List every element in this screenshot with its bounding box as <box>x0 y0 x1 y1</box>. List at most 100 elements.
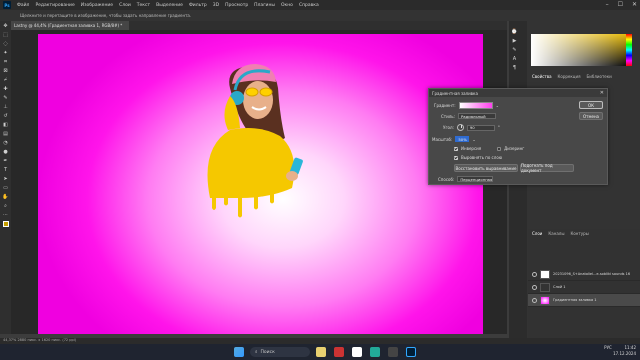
eyedropper-icon[interactable]: ⌿ <box>0 75 11 84</box>
menu-window[interactable]: Окно <box>281 3 293 8</box>
layer-name: 20231096_S+Anatoliel...e-sobliki sounds … <box>553 272 631 276</box>
align-checkbox[interactable] <box>454 155 458 160</box>
style-label: Стиль: <box>441 113 455 119</box>
menu-bar: Ps Файл Редактирование Изображение Слои … <box>0 0 640 10</box>
scale-dropdown-icon[interactable]: ⌄ <box>472 137 475 142</box>
app-icon[interactable] <box>388 347 398 357</box>
yandex-icon[interactable] <box>352 347 362 357</box>
hand-tool-icon[interactable]: ✋ <box>0 192 11 201</box>
frame-tool-icon[interactable]: ⊠ <box>0 66 11 75</box>
layer-row[interactable]: Слой 1 <box>528 281 640 294</box>
brushes-icon[interactable]: ✎ <box>509 45 520 54</box>
close-icon[interactable]: ✕ <box>600 90 604 96</box>
healing-brush-icon[interactable]: ✚ <box>0 84 11 93</box>
minimize-icon[interactable]: – <box>606 1 609 8</box>
visibility-eye-icon[interactable] <box>532 271 537 277</box>
degree-symbol: ° <box>497 125 500 130</box>
fit-document-button[interactable]: Подогнать под документ <box>520 163 574 173</box>
actions-icon[interactable]: ▶ <box>509 36 520 45</box>
type-tool-icon[interactable]: T <box>0 165 11 174</box>
start-icon[interactable] <box>234 347 244 357</box>
zoom-tool-icon[interactable]: ⌕ <box>0 201 11 210</box>
tab-layers[interactable]: Слои <box>532 231 542 236</box>
browser-icon[interactable] <box>334 347 344 357</box>
marquee-tool-icon[interactable]: ⬚ <box>0 30 11 39</box>
layer-row[interactable]: Градиентная заливка 1 <box>528 294 640 307</box>
history-icon[interactable]: ⌚ <box>509 27 520 36</box>
dodge-tool-icon[interactable]: ● <box>0 147 11 156</box>
menu-layers[interactable]: Слои <box>119 3 131 8</box>
system-tray: РУС 11:42 17.12.2024 <box>604 345 636 357</box>
reset-alignment-button[interactable]: Восстановить выравнивание <box>454 164 518 172</box>
layer-row[interactable]: 20231096_S+Anatoliel...e-sobliki sounds … <box>528 268 640 281</box>
layers-panel: Слои Каналы Контуры 20231096_S+Anatoliel… <box>528 229 640 338</box>
explorer-icon[interactable] <box>316 347 326 357</box>
person-image <box>207 64 303 218</box>
chevron-down-icon[interactable]: ⌄ <box>496 103 499 108</box>
language-indicator[interactable]: РУС <box>604 345 612 350</box>
menu-help[interactable]: Справка <box>299 3 319 8</box>
menu-filter[interactable]: Фильтр <box>189 3 207 8</box>
style-select[interactable]: Радиальный <box>457 113 496 119</box>
path-select-icon[interactable]: ➤ <box>0 174 11 183</box>
gradient-swatch[interactable] <box>458 102 493 109</box>
maximize-icon[interactable]: ☐ <box>618 1 623 8</box>
layer-thumbnail <box>540 295 550 305</box>
move-tool-icon[interactable]: ✥ <box>0 21 11 30</box>
close-icon[interactable]: ✕ <box>632 1 637 8</box>
angle-label: Угол: <box>443 125 454 130</box>
dither-checkbox[interactable] <box>497 146 502 151</box>
photoshop-logo: Ps <box>3 1 11 9</box>
history-brush-icon[interactable]: ↺ <box>0 111 11 120</box>
reverse-checkbox[interactable] <box>454 146 458 151</box>
hue-slider[interactable] <box>626 34 632 66</box>
align-label: Выровнять по слою <box>461 155 503 160</box>
ok-button[interactable]: ОК <box>579 101 603 109</box>
menu-edit[interactable]: Редактирование <box>35 3 74 8</box>
gradient-tool-icon[interactable]: ▤ <box>0 129 11 138</box>
menu-plugins[interactable]: Плагины <box>254 3 275 8</box>
lasso-tool-icon[interactable]: ◌ <box>0 39 11 48</box>
menu-select[interactable]: Выделение <box>156 3 183 8</box>
method-select[interactable]: Перцепционная <box>457 176 494 182</box>
app-icon[interactable] <box>370 347 380 357</box>
character-icon[interactable]: A <box>509 54 520 63</box>
menu-image[interactable]: Изображение <box>81 3 113 8</box>
pen-tool-icon[interactable]: ✒ <box>0 156 11 165</box>
clock-date[interactable]: 17.12.2024 <box>613 351 636 357</box>
paragraph-icon[interactable]: ¶ <box>509 63 520 72</box>
color-picker-field[interactable] <box>531 34 631 66</box>
tab-paths[interactable]: Контуры <box>570 231 588 236</box>
tab-properties[interactable]: Свойства <box>532 74 552 79</box>
cancel-button[interactable]: Отмена <box>579 112 603 120</box>
brush-tool-icon[interactable]: ✎ <box>0 93 11 102</box>
visibility-eye-icon[interactable] <box>532 297 537 303</box>
blur-tool-icon[interactable]: ◔ <box>0 138 11 147</box>
document-tab[interactable]: Lastny @ 44,4% (Градиентная заливка 1, R… <box>11 21 129 30</box>
color-swatches-icon[interactable] <box>0 219 11 228</box>
shape-tool-icon[interactable]: ▭ <box>0 183 11 192</box>
menu-text[interactable]: Текст <box>137 3 150 8</box>
magic-wand-icon[interactable]: ✦ <box>0 48 11 57</box>
eraser-icon[interactable]: ◧ <box>0 120 11 129</box>
more-tools-icon[interactable]: ⋯ <box>0 210 11 219</box>
layer-name: Слой 1 <box>553 285 566 289</box>
menu-file[interactable]: Файл <box>17 3 29 8</box>
crop-tool-icon[interactable]: ⌗ <box>0 57 11 66</box>
photoshop-taskbar-icon[interactable] <box>406 347 416 357</box>
taskbar-search[interactable]: ⌕ Поиск <box>250 347 310 357</box>
scale-input[interactable]: 50% <box>455 136 470 142</box>
angle-input[interactable]: 90 <box>466 124 495 131</box>
tab-adjustments[interactable]: Коррекция <box>558 74 581 79</box>
angle-dial-icon[interactable] <box>456 124 464 131</box>
tab-libraries[interactable]: Библиотеки <box>587 74 612 79</box>
options-bar: Щелкните и перетащите в изображение, что… <box>0 10 640 21</box>
visibility-eye-icon[interactable] <box>532 284 537 290</box>
dialog-titlebar[interactable]: Градиентная заливка ✕ <box>429 89 607 97</box>
menu-3d[interactable]: 3D <box>213 3 219 8</box>
menu-view[interactable]: Просмотр <box>225 3 248 8</box>
dialog-title: Градиентная заливка <box>432 91 478 96</box>
stamp-tool-icon[interactable]: ⊥ <box>0 102 11 111</box>
layer-name: Градиентная заливка 1 <box>553 298 597 302</box>
tab-channels[interactable]: Каналы <box>548 231 564 236</box>
